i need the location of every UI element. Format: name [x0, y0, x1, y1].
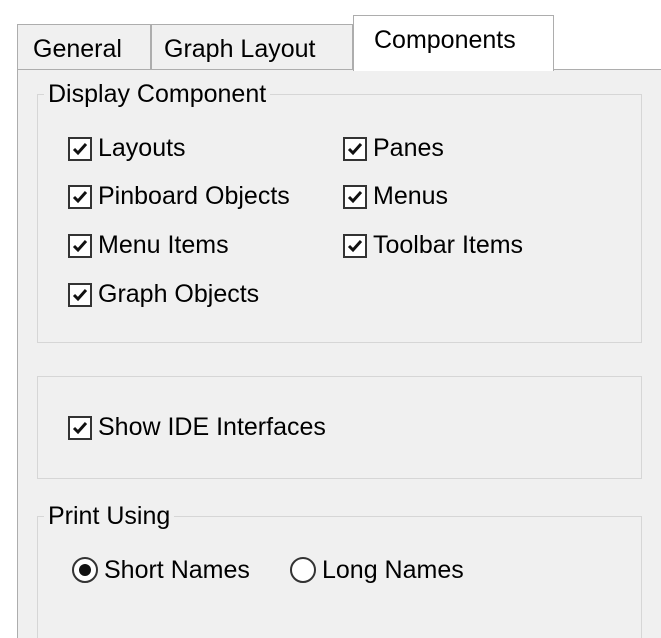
- long-names-radio[interactable]: [290, 557, 316, 583]
- ide-group: Show IDE Interfaces: [37, 376, 642, 479]
- short-names-radio[interactable]: [72, 557, 98, 583]
- tab-components-label: Components: [374, 26, 516, 54]
- check-icon: [347, 239, 363, 252]
- menus-checkbox[interactable]: [343, 184, 367, 209]
- radio-selected-dot: [79, 564, 91, 576]
- check-icon: [347, 142, 363, 155]
- display-component-title: Display Component: [44, 82, 271, 107]
- layouts-checkbox[interactable]: [68, 136, 92, 161]
- pinboard-objects-label: Pinboard Objects: [98, 182, 290, 210]
- check-icon: [72, 421, 88, 434]
- layouts-label: Layouts: [98, 134, 186, 162]
- print-using-title: Print Using: [44, 504, 175, 529]
- graph-objects-checkbox[interactable]: [68, 282, 92, 307]
- show-ide-interfaces-checkbox[interactable]: [68, 415, 92, 440]
- radio-short-names[interactable]: Short Names: [72, 557, 250, 583]
- checkbox-show-ide-interfaces[interactable]: Show IDE Interfaces: [68, 415, 326, 440]
- checkbox-layouts[interactable]: Layouts: [68, 136, 186, 161]
- panes-label: Panes: [373, 134, 444, 162]
- checkbox-menus[interactable]: Menus: [343, 184, 448, 209]
- checkbox-panes[interactable]: Panes: [343, 136, 444, 161]
- display-component-group: Display Component Layouts Panes Pinboard…: [37, 82, 642, 343]
- radio-long-names[interactable]: Long Names: [290, 557, 464, 583]
- tab-graph-layout-label: Graph Layout: [164, 35, 316, 63]
- components-panel: Display Component Layouts Panes Pinboard…: [17, 69, 661, 638]
- pinboard-objects-checkbox[interactable]: [68, 184, 92, 209]
- check-icon: [347, 190, 363, 203]
- short-names-label: Short Names: [104, 555, 250, 584]
- check-icon: [72, 190, 88, 203]
- check-icon: [72, 288, 88, 301]
- checkbox-pinboard-objects[interactable]: Pinboard Objects: [68, 184, 290, 209]
- check-icon: [72, 142, 88, 155]
- checkbox-toolbar-items[interactable]: Toolbar Items: [343, 233, 523, 258]
- toolbar-items-checkbox[interactable]: [343, 233, 367, 258]
- long-names-label: Long Names: [322, 555, 464, 584]
- panes-checkbox[interactable]: [343, 136, 367, 161]
- print-using-group: Print Using Short Names Long Names: [37, 504, 642, 638]
- menu-items-checkbox[interactable]: [68, 233, 92, 258]
- tab-components[interactable]: Components: [353, 15, 554, 71]
- toolbar-items-label: Toolbar Items: [373, 231, 524, 259]
- checkbox-menu-items[interactable]: Menu Items: [68, 233, 229, 258]
- graph-objects-label: Graph Objects: [98, 280, 260, 308]
- tab-graph-layout[interactable]: Graph Layout: [151, 24, 353, 70]
- tab-general[interactable]: General: [17, 24, 151, 70]
- show-ide-interfaces-label: Show IDE Interfaces: [98, 413, 326, 441]
- tab-general-label: General: [33, 35, 122, 63]
- checkbox-graph-objects[interactable]: Graph Objects: [68, 282, 259, 307]
- check-icon: [72, 239, 88, 252]
- menu-items-label: Menu Items: [98, 231, 229, 259]
- menus-label: Menus: [373, 182, 449, 210]
